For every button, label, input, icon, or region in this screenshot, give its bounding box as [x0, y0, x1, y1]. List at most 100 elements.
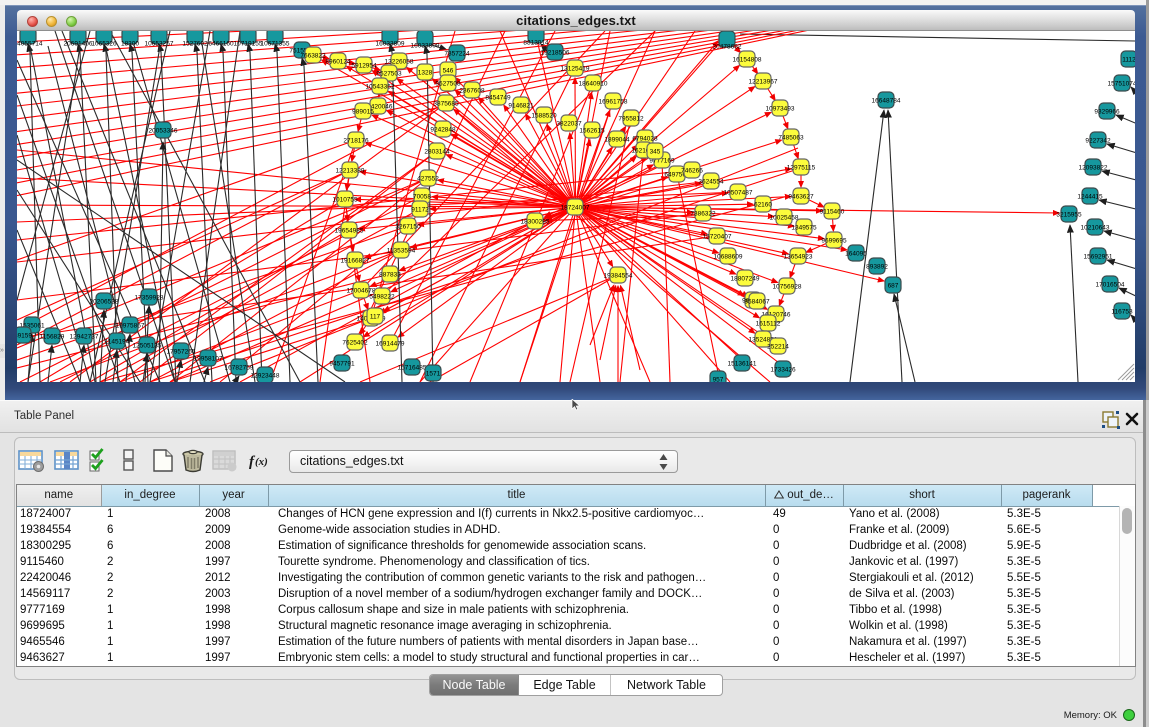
svg-text:19218506: 19218506 [541, 50, 570, 57]
svg-text:10973493: 10973493 [766, 106, 795, 113]
svg-text:20206538: 20206538 [90, 299, 119, 306]
svg-text:91172: 91172 [411, 207, 429, 214]
svg-text:893892: 893892 [866, 264, 888, 271]
svg-text:62160: 62160 [754, 202, 772, 209]
svg-text:10210643: 10210643 [1081, 225, 1110, 232]
svg-text:9242848: 9242848 [430, 127, 456, 134]
svg-text:20478682: 20478682 [713, 44, 742, 51]
svg-text:16782759: 16782759 [225, 365, 254, 372]
svg-text:887833: 887833 [379, 272, 401, 279]
svg-text:1615112: 1615112 [756, 321, 781, 328]
svg-text:1527602: 1527602 [182, 41, 208, 48]
svg-text:18724007: 18724007 [561, 205, 590, 212]
svg-text:6466160: 6466160 [208, 41, 234, 48]
svg-text:16648784: 16648784 [872, 98, 901, 105]
svg-text:17016504: 17016504 [1096, 282, 1125, 289]
svg-text:7625402: 7625402 [342, 340, 368, 347]
svg-text:10507487: 10507487 [724, 190, 753, 197]
svg-text:8960124: 8960124 [325, 59, 351, 66]
svg-text:1244415: 1244415 [1077, 194, 1103, 201]
svg-text:13654923: 13654923 [784, 254, 813, 261]
svg-text:3267150: 3267150 [395, 224, 421, 231]
svg-text:20053346: 20053346 [149, 128, 178, 135]
svg-text:16033809: 16033809 [376, 41, 405, 48]
svg-text:1065326: 1065326 [91, 41, 117, 48]
svg-text:164095: 164095 [845, 251, 867, 258]
svg-text:10653267: 10653267 [145, 41, 174, 48]
svg-text:10719155: 10719155 [234, 41, 263, 48]
svg-text:1010755: 1010755 [332, 197, 358, 204]
svg-text:116753: 116753 [1111, 309, 1133, 316]
svg-text:9527503: 9527503 [376, 71, 402, 78]
svg-text:12213967: 12213967 [749, 79, 778, 86]
svg-text:9463627: 9463627 [788, 194, 814, 201]
svg-text:15751074: 15751074 [1108, 81, 1135, 88]
svg-text:9227342: 9227342 [1085, 138, 1111, 145]
svg-text:10756928: 10756928 [773, 284, 802, 291]
svg-text:1156829: 1156829 [40, 334, 65, 341]
svg-text:(x): (x) [255, 456, 268, 468]
svg-text:15136141: 15136141 [728, 361, 757, 368]
svg-text:39159: 39159 [17, 333, 32, 340]
svg-text:19654985: 19654985 [335, 228, 364, 235]
svg-text:9146821: 9146821 [508, 103, 534, 110]
svg-text:15692951: 15692951 [1084, 254, 1113, 261]
svg-text:10543362: 10543362 [366, 84, 395, 91]
svg-text:12213389: 12213389 [336, 168, 365, 175]
svg-text:5498222: 5498222 [369, 294, 395, 301]
svg-text:3624554: 3624554 [698, 179, 724, 186]
svg-text:17359928: 17359928 [135, 295, 164, 302]
svg-text:1349575: 1349575 [791, 225, 817, 232]
svg-text:19975867: 19975867 [116, 323, 145, 330]
svg-text:1899044: 1899044 [604, 137, 630, 144]
svg-text:957: 957 [713, 377, 724, 383]
svg-text:687: 687 [888, 283, 899, 290]
svg-text:10025458: 10025458 [770, 215, 799, 222]
svg-text:8454749: 8454749 [485, 95, 511, 102]
svg-text:15716485: 15716485 [398, 365, 427, 372]
svg-text:16033809: 16033809 [411, 43, 440, 50]
svg-text:3215955: 3215955 [1056, 212, 1082, 219]
svg-text:10671355: 10671355 [261, 41, 290, 48]
svg-text:18300: 18300 [121, 41, 139, 48]
svg-text:3875685: 3875685 [433, 101, 459, 108]
svg-text:7663822: 7663822 [300, 53, 326, 60]
svg-text:19166827: 19166827 [341, 258, 370, 265]
svg-text:1571: 1571 [426, 371, 441, 378]
svg-text:2367608: 2367608 [459, 88, 485, 95]
svg-text:7386322: 7386322 [690, 211, 716, 218]
svg-text:70058: 70058 [413, 194, 431, 201]
svg-text:546: 546 [443, 68, 454, 75]
svg-text:19958107: 19958107 [194, 356, 223, 363]
svg-text:9584067: 9584067 [744, 299, 770, 306]
svg-text:9115460: 9115460 [820, 209, 845, 216]
svg-text:12505135: 12505135 [133, 343, 162, 350]
svg-text:15720407: 15720407 [703, 234, 732, 241]
svg-text:989015: 989015 [352, 109, 374, 116]
svg-text:16914479: 16914479 [376, 341, 405, 348]
svg-text:18300295: 18300295 [521, 219, 550, 226]
svg-text:2718176: 2718176 [343, 138, 369, 145]
svg-text:12093822: 12093822 [1079, 165, 1108, 172]
svg-text:9527508: 9527508 [435, 81, 461, 88]
svg-text:427552: 427552 [417, 176, 439, 183]
svg-text:11353594: 11353594 [387, 248, 416, 255]
svg-text:746266: 746266 [681, 168, 703, 175]
svg-text:19384554: 19384554 [604, 273, 633, 280]
svg-text:8813014: 8813014 [523, 40, 549, 47]
svg-text:14055714: 14055714 [17, 41, 43, 48]
svg-text:1328: 1328 [418, 70, 433, 77]
svg-text:5912954: 5912954 [351, 63, 377, 70]
svg-text:16961758: 16961758 [599, 99, 628, 106]
svg-text:12923448: 12923448 [251, 373, 280, 380]
svg-text:10688609: 10688609 [714, 254, 743, 261]
svg-text:9699695: 9699695 [821, 238, 847, 245]
svg-text:18640910: 18640910 [579, 81, 608, 88]
svg-text:1112: 1112 [1122, 57, 1135, 64]
svg-text:13125419: 13125419 [561, 66, 590, 73]
svg-text:12942737: 12942737 [70, 334, 99, 341]
svg-text:7955812: 7955812 [618, 116, 644, 123]
svg-text:3822037: 3822037 [556, 121, 582, 128]
svg-text:17957265: 17957265 [167, 349, 196, 356]
svg-text:1733426: 1733426 [770, 367, 796, 374]
